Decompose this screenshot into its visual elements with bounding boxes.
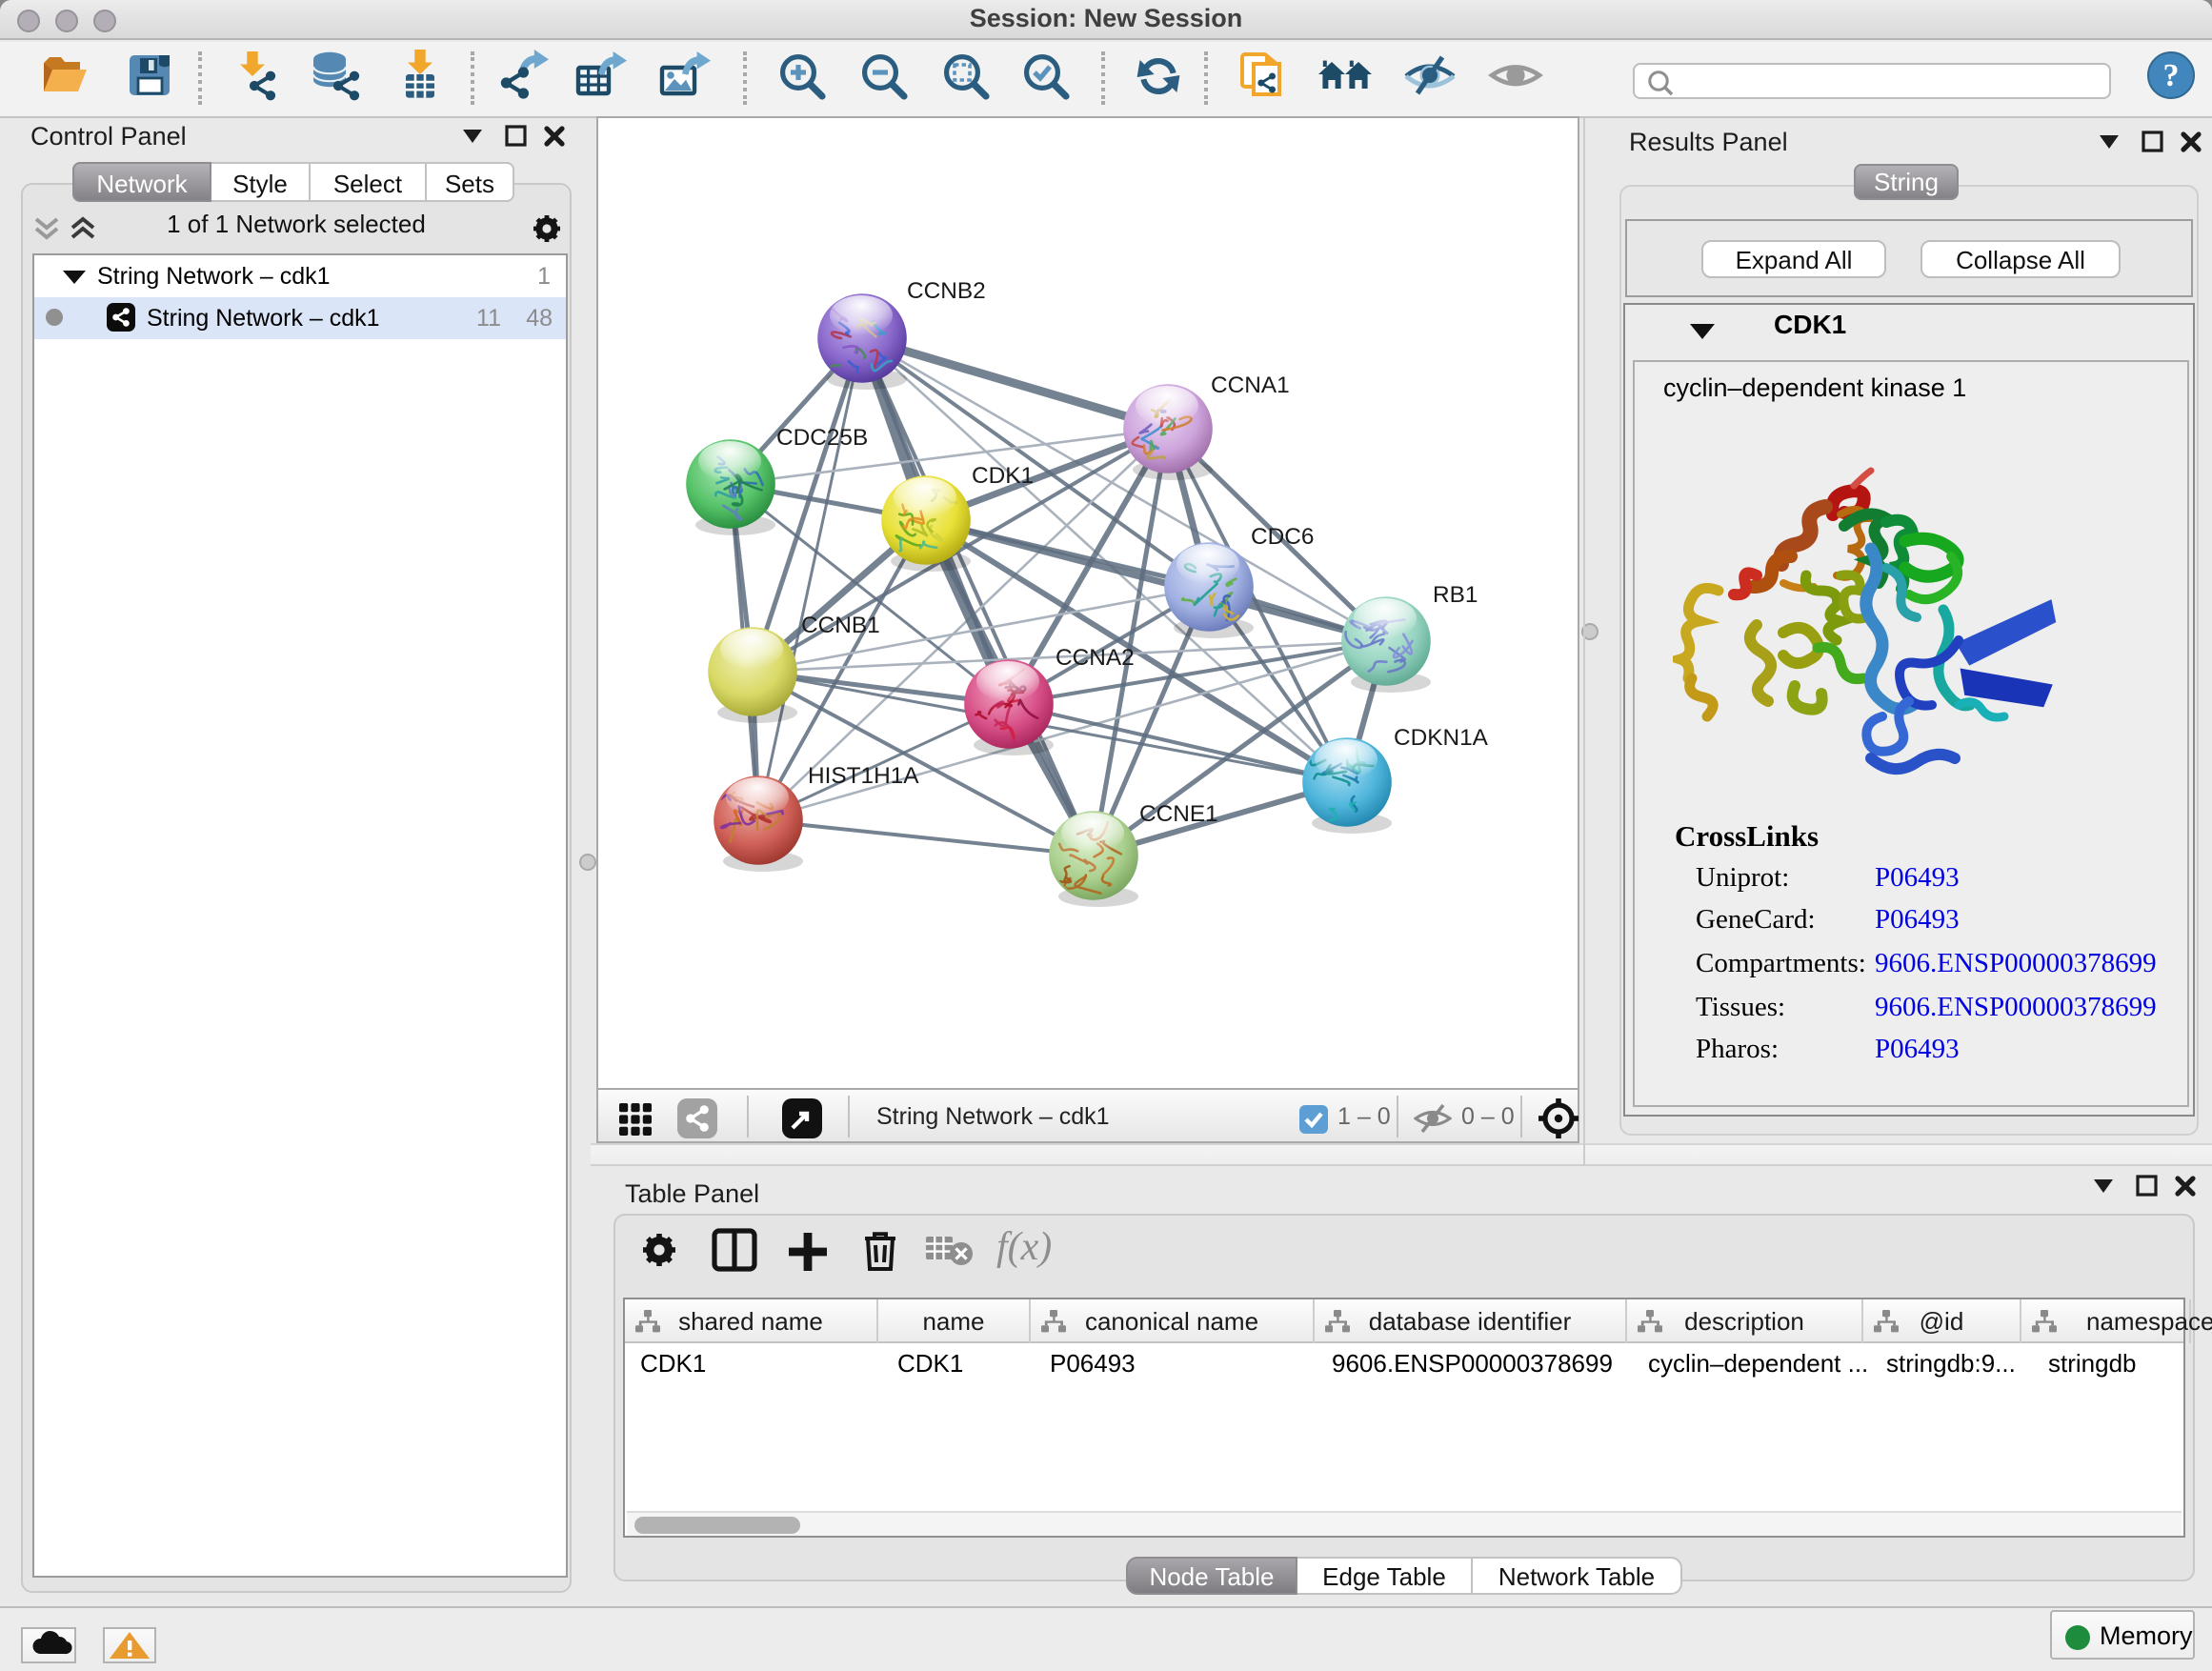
svg-text:CCNB1: CCNB1 (801, 613, 880, 638)
svg-text:CCNA2: CCNA2 (1056, 645, 1135, 671)
svg-text:CDC6: CDC6 (1251, 524, 1314, 550)
svg-text:?: ? (2163, 58, 2180, 93)
svg-text:RB1: RB1 (1433, 582, 1478, 608)
svg-text:CDC25B: CDC25B (776, 425, 868, 451)
svg-text:CCNE1: CCNE1 (1139, 801, 1218, 827)
svg-text:CCNA1: CCNA1 (1211, 372, 1290, 398)
svg-text:CCNB2: CCNB2 (907, 278, 986, 304)
svg-text:CDKN1A: CDKN1A (1394, 725, 1489, 751)
svg-text:HIST1H1A: HIST1H1A (808, 763, 919, 789)
svg-text:CDK1: CDK1 (972, 463, 1034, 489)
